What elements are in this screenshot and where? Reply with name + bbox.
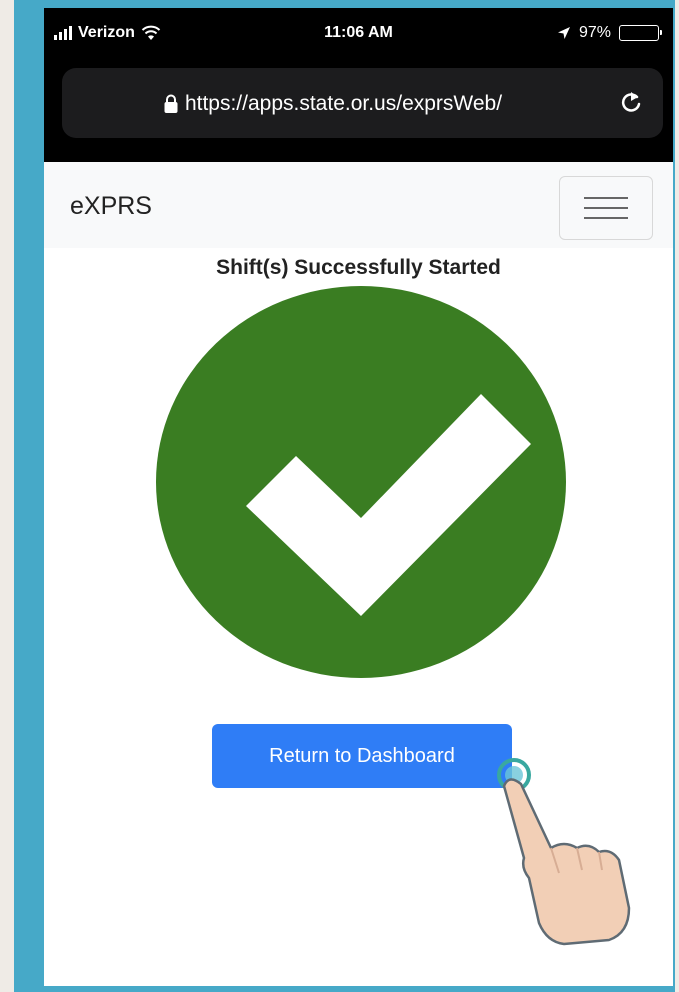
status-right: 97% bbox=[557, 24, 662, 42]
page-title: Shift(s) Successfully Started bbox=[216, 256, 501, 279]
checkmark-icon bbox=[246, 394, 531, 616]
menu-line bbox=[584, 217, 628, 219]
browser-chrome: https://apps.state.or.us/exprsWeb/ bbox=[44, 62, 673, 162]
reload-icon[interactable] bbox=[617, 88, 645, 116]
url-wrap: https://apps.state.or.us/exprsWeb/ bbox=[62, 92, 603, 116]
return-to-dashboard-button[interactable]: Return to Dashboard bbox=[212, 724, 512, 788]
outer-frame: Verizon 11:06 AM 97% https://apps.state.… bbox=[14, 0, 675, 992]
hamburger-menu-button[interactable] bbox=[559, 176, 653, 240]
menu-line bbox=[584, 197, 628, 199]
address-bar[interactable]: https://apps.state.or.us/exprsWeb/ bbox=[62, 68, 663, 138]
status-bar: Verizon 11:06 AM 97% bbox=[44, 8, 673, 62]
phone-screen: Verizon 11:06 AM 97% https://apps.state.… bbox=[44, 8, 673, 986]
menu-line bbox=[584, 207, 628, 209]
url-text: https://apps.state.or.us/exprsWeb/ bbox=[184, 92, 503, 115]
pointing-hand-icon bbox=[497, 758, 631, 946]
success-circle bbox=[156, 286, 566, 678]
battery-icon bbox=[619, 25, 662, 41]
brand-label[interactable]: eXPRS bbox=[70, 192, 152, 221]
location-icon bbox=[557, 27, 570, 39]
lock-icon bbox=[164, 94, 178, 113]
navbar: eXPRS bbox=[44, 162, 673, 248]
battery-percent: 97% bbox=[578, 24, 611, 41]
